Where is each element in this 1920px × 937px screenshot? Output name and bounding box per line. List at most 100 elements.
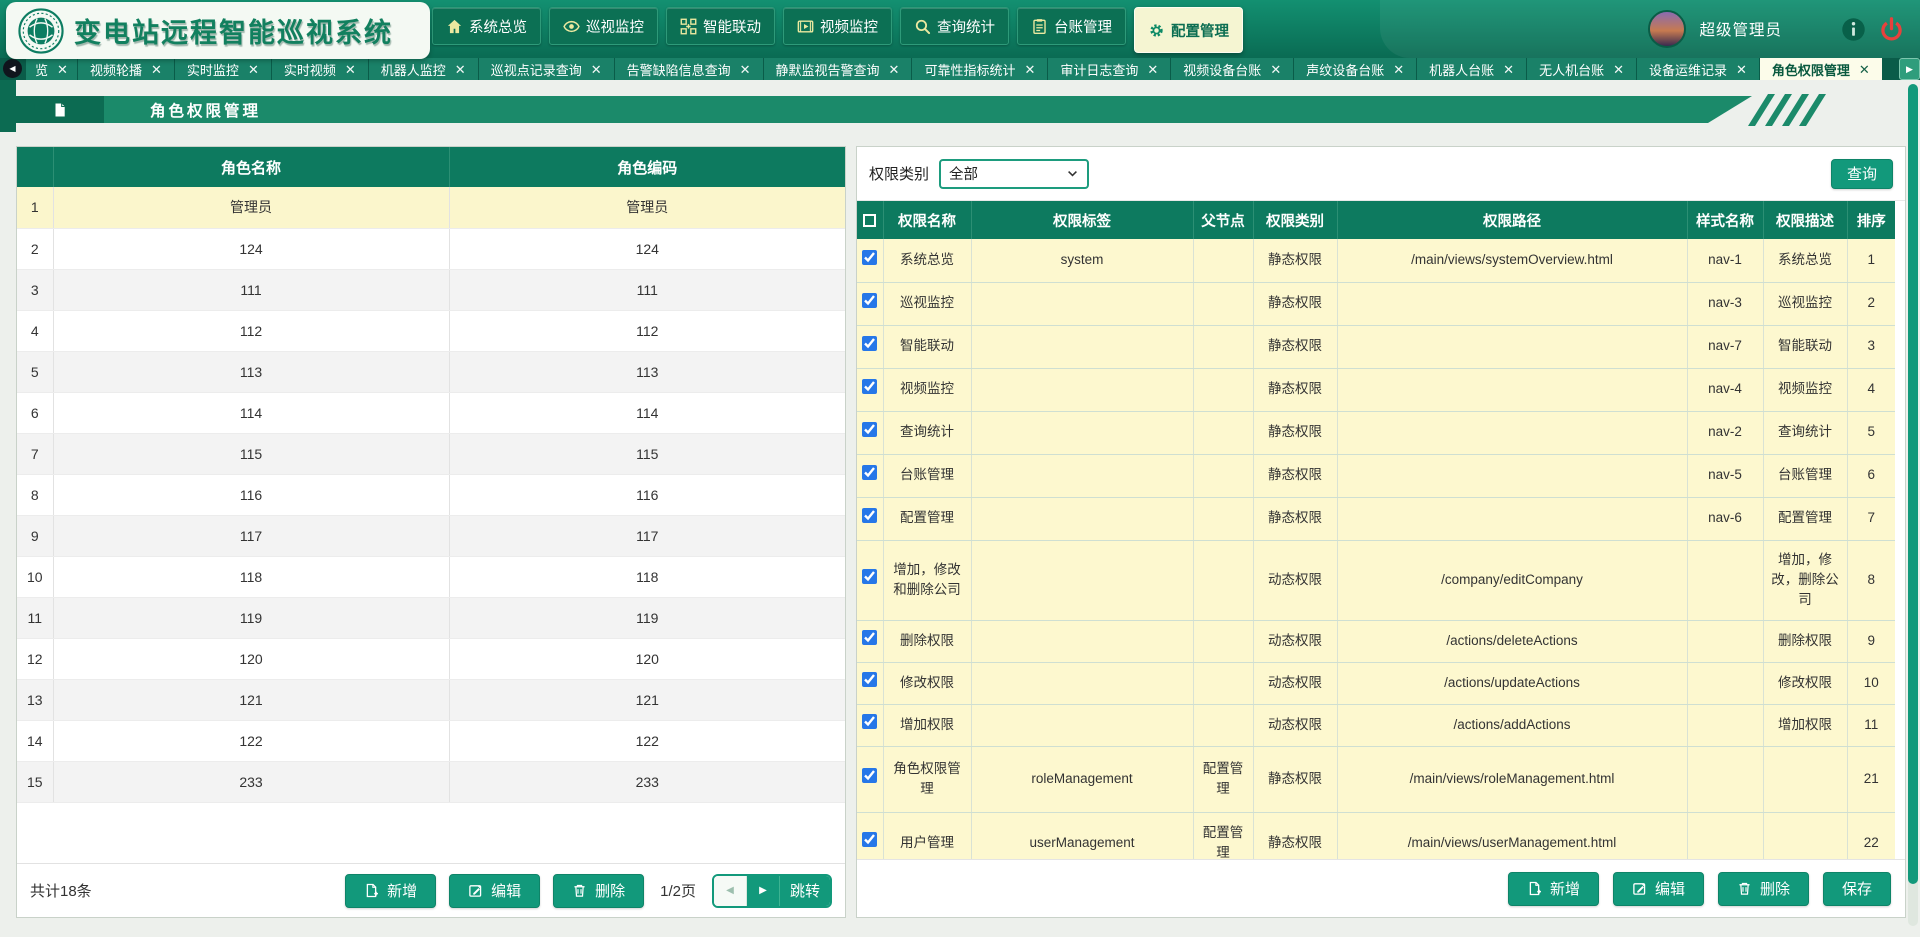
permission-row[interactable]: 视频监控静态权限nav-4视频监控4 — [857, 368, 1895, 411]
tab-实时监控[interactable]: 实时监控✕ — [175, 58, 272, 80]
permission-row[interactable]: 巡视监控静态权限nav-3巡视监控2 — [857, 282, 1895, 325]
role-delete-button[interactable]: 删除 — [553, 874, 644, 908]
nav-smart-linkage[interactable]: 智能联动 — [666, 7, 775, 45]
permission-row[interactable]: 删除权限动态权限/actions/deleteActions删除权限9 — [857, 620, 1895, 662]
role-row[interactable]: 3111111 — [17, 269, 845, 310]
user-avatar[interactable] — [1648, 10, 1686, 48]
search-button[interactable]: 查询 — [1831, 159, 1893, 189]
tab-机器人监控[interactable]: 机器人监控✕ — [369, 58, 479, 80]
row-checkbox[interactable] — [862, 569, 877, 584]
role-row[interactable]: 4112112 — [17, 310, 845, 351]
permission-row[interactable]: 智能联动静态权限nav-7智能联动3 — [857, 325, 1895, 368]
permission-row[interactable]: 系统总览system静态权限/main/views/systemOverview… — [857, 239, 1895, 282]
permission-row[interactable]: 角色权限管理roleManagement配置管理静态权限/main/views/… — [857, 746, 1895, 812]
role-row[interactable]: 10118118 — [17, 556, 845, 597]
row-checkbox[interactable] — [862, 379, 877, 394]
close-icon[interactable]: ✕ — [1859, 63, 1870, 76]
tab-scroll-right-icon[interactable]: ▶ — [1899, 58, 1920, 80]
close-icon[interactable]: ✕ — [1147, 63, 1158, 76]
nav-config-management[interactable]: 配置管理 — [1134, 7, 1243, 53]
perm-save-button[interactable]: 保存 — [1823, 872, 1891, 906]
close-icon[interactable]: ✕ — [345, 63, 356, 76]
tab-静默监视告警查询[interactable]: 静默监视告警查询✕ — [764, 58, 913, 80]
jump-page-button[interactable]: 跳转 — [780, 876, 830, 906]
tab-视频轮播[interactable]: 视频轮播✕ — [78, 58, 175, 80]
nav-video-monitor[interactable]: 视频监控 — [783, 7, 892, 45]
tab-审计日志查询[interactable]: 审计日志查询✕ — [1048, 58, 1171, 80]
role-row[interactable]: 12120120 — [17, 638, 845, 679]
permission-row[interactable]: 用户管理userManagement配置管理静态权限/main/views/us… — [857, 812, 1895, 859]
row-checkbox[interactable] — [862, 293, 877, 308]
close-icon[interactable]: ✕ — [455, 63, 466, 76]
row-checkbox[interactable] — [862, 832, 877, 847]
close-icon[interactable]: ✕ — [151, 63, 162, 76]
tab-览[interactable]: 览✕ — [26, 58, 78, 80]
perm-tag-cell — [971, 411, 1193, 454]
perm-add-button[interactable]: 新增 — [1508, 872, 1599, 906]
tab-声纹设备台账[interactable]: 声纹设备台账✕ — [1294, 58, 1417, 80]
close-icon[interactable]: ✕ — [591, 63, 602, 76]
select-all-checkbox[interactable] — [863, 214, 876, 227]
nav-ledger-management[interactable]: 台账管理 — [1017, 7, 1126, 45]
nav-query-stats[interactable]: 查询统计 — [900, 7, 1009, 45]
role-row[interactable]: 1管理员管理员 — [17, 187, 845, 228]
role-row[interactable]: 11119119 — [17, 597, 845, 638]
close-icon[interactable]: ✕ — [1393, 63, 1404, 76]
nav-inspection-monitor[interactable]: 巡视监控 — [549, 7, 658, 45]
tab-无人机台账[interactable]: 无人机台账✕ — [1527, 58, 1637, 80]
tab-巡视点记录查询[interactable]: 巡视点记录查询✕ — [479, 58, 615, 80]
nav-system-overview[interactable]: 系统总览 — [432, 7, 541, 45]
tab-实时视频[interactable]: 实时视频✕ — [272, 58, 369, 80]
role-row[interactable]: 8116116 — [17, 474, 845, 515]
permission-row[interactable]: 修改权限动态权限/actions/updateActions修改权限10 — [857, 662, 1895, 704]
row-checkbox[interactable] — [862, 714, 877, 729]
row-checkbox[interactable] — [862, 465, 877, 480]
role-add-button[interactable]: 新增 — [345, 874, 436, 908]
close-icon[interactable]: ✕ — [57, 63, 68, 76]
permission-row[interactable]: 增加权限动态权限/actions/addActions增加权限11 — [857, 704, 1895, 746]
close-icon[interactable]: ✕ — [1270, 63, 1281, 76]
tab-告警缺陷信息查询[interactable]: 告警缺陷信息查询✕ — [615, 58, 764, 80]
perm-edit-button[interactable]: 编辑 — [1613, 872, 1704, 906]
permission-row[interactable]: 配置管理静态权限nav-6配置管理7 — [857, 497, 1895, 540]
row-checkbox[interactable] — [862, 250, 877, 265]
role-row[interactable]: 2124124 — [17, 228, 845, 269]
permission-type-select[interactable]: 全部 — [939, 159, 1089, 189]
role-row[interactable]: 14122122 — [17, 720, 845, 761]
row-checkbox[interactable] — [862, 422, 877, 437]
row-checkbox[interactable] — [862, 630, 877, 645]
prev-page-icon[interactable]: ◀ — [714, 876, 747, 906]
permission-row[interactable]: 增加，修改和删除公司动态权限/company/editCompany增加，修改，… — [857, 540, 1895, 620]
row-checkbox[interactable] — [862, 768, 877, 783]
role-edit-button[interactable]: 编辑 — [449, 874, 540, 908]
row-checkbox[interactable] — [862, 336, 877, 351]
role-row[interactable]: 9117117 — [17, 515, 845, 556]
tab-机器人台账[interactable]: 机器人台账✕ — [1417, 58, 1527, 80]
tab-可靠性指标统计[interactable]: 可靠性指标统计✕ — [912, 58, 1048, 80]
tab-视频设备台账[interactable]: 视频设备台账✕ — [1171, 58, 1294, 80]
role-row[interactable]: 7115115 — [17, 433, 845, 474]
role-row[interactable]: 6114114 — [17, 392, 845, 433]
power-icon[interactable] — [1879, 17, 1904, 42]
row-checkbox[interactable] — [862, 672, 877, 687]
permission-row[interactable]: 查询统计静态权限nav-2查询统计5 — [857, 411, 1895, 454]
close-icon[interactable]: ✕ — [1503, 63, 1514, 76]
close-icon[interactable]: ✕ — [248, 63, 259, 76]
next-page-icon[interactable]: ▶ — [747, 876, 780, 906]
close-icon[interactable]: ✕ — [740, 63, 751, 76]
permission-row[interactable]: 台账管理静态权限nav-5台账管理6 — [857, 454, 1895, 497]
role-row[interactable]: 5113113 — [17, 351, 845, 392]
close-icon[interactable]: ✕ — [1024, 63, 1035, 76]
perm-delete-button[interactable]: 删除 — [1718, 872, 1809, 906]
close-icon[interactable]: ✕ — [1613, 63, 1624, 76]
row-checkbox[interactable] — [862, 508, 877, 523]
scrollbar-thumb[interactable] — [1908, 84, 1918, 884]
tab-scroll-left-icon[interactable]: ◀ — [3, 59, 22, 78]
role-row[interactable]: 15233233 — [17, 761, 845, 802]
tab-设备运维记录[interactable]: 设备运维记录✕ — [1637, 58, 1760, 80]
close-icon[interactable]: ✕ — [1736, 63, 1747, 76]
info-icon[interactable] — [1841, 17, 1866, 42]
close-icon[interactable]: ✕ — [889, 63, 900, 76]
tab-角色权限管理[interactable]: 角色权限管理✕ — [1760, 58, 1883, 80]
role-row[interactable]: 13121121 — [17, 679, 845, 720]
